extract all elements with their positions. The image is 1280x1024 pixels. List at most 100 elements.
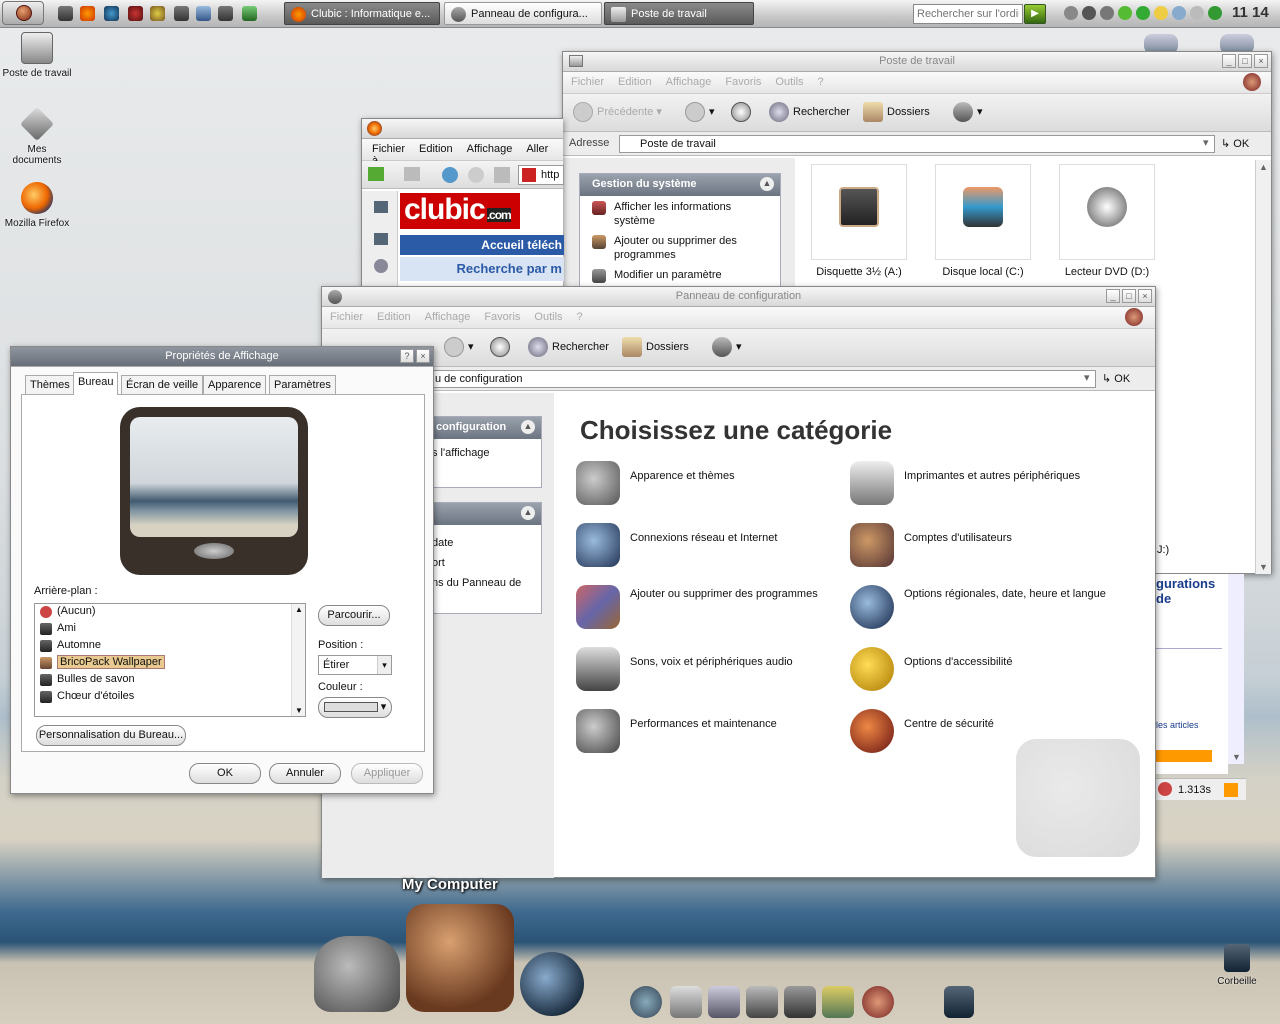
task-add-remove-programs[interactable]: Ajouter ou supprimer des programmes: [580, 230, 780, 264]
sidebar-icon-2[interactable]: [374, 233, 388, 245]
collapse-icon[interactable]: ▲: [521, 420, 535, 434]
dock-wrench-icon[interactable]: [314, 936, 400, 1012]
articles-link[interactable]: les articles: [1156, 720, 1199, 730]
maximize-button[interactable]: □: [1122, 289, 1136, 303]
category-regional-options[interactable]: Options régionales, date, heure et langu…: [850, 583, 1120, 631]
address-field[interactable]: Poste de travail: [619, 135, 1215, 153]
tray-check-icon[interactable]: [1118, 6, 1132, 20]
firefox-titlebar[interactable]: [362, 119, 563, 139]
taskbar-button-clubic[interactable]: Clubic : Informatique e...: [284, 2, 440, 25]
tray-icon-2[interactable]: [1100, 6, 1114, 20]
collapse-icon[interactable]: ▲: [760, 177, 774, 191]
menu-outils[interactable]: Outils: [775, 76, 803, 88]
control-panel-titlebar[interactable]: Panneau de configuration _ □ ×: [322, 287, 1155, 307]
menu-fichier[interactable]: Fichier: [571, 76, 604, 88]
maximize-button[interactable]: □: [1238, 54, 1252, 68]
tray-search-icon[interactable]: [1172, 6, 1186, 20]
color-picker-button[interactable]: ▾: [318, 697, 392, 718]
up-button[interactable]: [731, 102, 755, 122]
see-also-options[interactable]: ns du Panneau de: [432, 569, 541, 589]
menu-fichier[interactable]: Fichier: [372, 143, 405, 155]
forward-button[interactable]: ▾: [685, 102, 715, 122]
back-arrow-icon[interactable]: [368, 167, 384, 181]
tab-bureau[interactable]: Bureau: [73, 372, 119, 395]
close-button[interactable]: ×: [1138, 289, 1152, 303]
desktop-icon-firefox[interactable]: Mozilla Firefox: [2, 182, 72, 229]
switch-view-link[interactable]: s l'affichage: [432, 439, 541, 459]
tray-icon-7[interactable]: [1190, 6, 1204, 20]
dock-photos-icon[interactable]: [822, 986, 854, 1018]
address-field[interactable]: u de configuration: [422, 370, 1096, 388]
history-icon[interactable]: [374, 259, 388, 273]
category-sounds[interactable]: Sons, voix et périphériques audio: [576, 645, 846, 693]
dock-tools-icon[interactable]: [784, 986, 816, 1018]
url-field[interactable]: http: [518, 165, 564, 185]
dock-home-icon[interactable]: [406, 904, 514, 1012]
quicklaunch-icon-9[interactable]: [242, 6, 257, 21]
back-button[interactable]: Précédente ▾: [573, 102, 662, 122]
drive-d-tile[interactable]: [1059, 164, 1155, 260]
ok-button[interactable]: OK: [189, 763, 261, 784]
menu-affichage[interactable]: Affichage: [467, 143, 513, 155]
tray-network-icon[interactable]: [1208, 6, 1222, 20]
quicklaunch-icon-1[interactable]: [58, 6, 73, 21]
category-accessibility[interactable]: Options d'accessibilité: [850, 645, 1120, 693]
tab-appearance[interactable]: Apparence: [203, 375, 267, 394]
background-list[interactable]: (Aucun) Ami Automne BricoPack Wallpaper …: [34, 603, 306, 717]
desktop-icon-my-computer[interactable]: Poste de travail: [2, 32, 72, 79]
taskbar-button-control-panel[interactable]: Panneau de configura...: [444, 2, 602, 25]
rss-icon[interactable]: [1224, 783, 1238, 797]
forward-button[interactable]: ▾: [444, 337, 474, 357]
close-button[interactable]: ×: [1254, 54, 1268, 68]
tray-icon-1[interactable]: [1082, 6, 1096, 20]
panel-header[interactable]: configuration ▲: [432, 417, 541, 439]
nav-band-download[interactable]: Accueil téléch: [400, 235, 564, 255]
address-dropdown-icon[interactable]: ▾: [1084, 371, 1090, 384]
search-go-button[interactable]: ▶: [1024, 4, 1046, 24]
menu-favoris[interactable]: Favoris: [725, 76, 761, 88]
category-appearance[interactable]: Apparence et thèmes: [576, 459, 846, 507]
menu-help[interactable]: ?: [818, 76, 824, 88]
menu-edition[interactable]: Edition: [618, 76, 652, 88]
cancel-button[interactable]: Annuler: [269, 763, 341, 784]
quicklaunch-icon-8[interactable]: [218, 6, 233, 21]
menu-outils[interactable]: Outils: [534, 311, 562, 323]
quicklaunch-icon-6[interactable]: [174, 6, 189, 21]
dialog-titlebar[interactable]: Propriétés de Affichage ? ×: [11, 347, 433, 367]
panel-header[interactable]: ▲: [432, 503, 541, 525]
reload-icon[interactable]: [442, 167, 458, 183]
go-button[interactable]: ↳ OK: [1102, 372, 1130, 385]
drive-a-tile[interactable]: [811, 164, 907, 260]
see-also-support[interactable]: ort: [432, 549, 541, 569]
position-select[interactable]: Étirer ▾: [318, 655, 392, 675]
menu-fichier[interactable]: Fichier: [330, 311, 363, 323]
panel-header[interactable]: Gestion du système ▲: [580, 174, 780, 196]
drive-d-label[interactable]: Lecteur DVD (D:): [1045, 266, 1169, 278]
list-item[interactable]: Bulles de savon: [35, 672, 305, 689]
drive-c-label[interactable]: Disque local (C:): [921, 266, 1045, 278]
dock-windows-icon[interactable]: [862, 986, 894, 1018]
folders-button[interactable]: Dossiers: [622, 337, 689, 357]
clubic-logo[interactable]: clubic .com: [400, 193, 520, 229]
browse-button[interactable]: Parcourir...: [318, 605, 390, 626]
dock-media-icon[interactable]: [746, 986, 778, 1018]
desktop-search-input[interactable]: [913, 4, 1023, 24]
category-printers[interactable]: Imprimantes et autres périphériques: [850, 459, 1120, 507]
firefox-icon[interactable]: [80, 6, 95, 21]
menu-favoris[interactable]: Favoris: [484, 311, 520, 323]
menu-help[interactable]: ?: [577, 311, 583, 323]
views-button[interactable]: ▾: [712, 337, 742, 357]
customize-desktop-button[interactable]: Personnalisation du Bureau...: [36, 725, 186, 746]
task-change-setting[interactable]: Modifier un paramètre: [580, 264, 780, 284]
dock-globe-icon[interactable]: [520, 952, 584, 1016]
menu-affichage[interactable]: Affichage: [425, 311, 471, 323]
menu-edition[interactable]: Edition: [419, 143, 453, 155]
dock-mail-icon[interactable]: [670, 986, 702, 1018]
task-view-system-info[interactable]: Afficher les informations système: [580, 196, 780, 230]
quicklaunch-icon-4[interactable]: [128, 6, 143, 21]
go-button[interactable]: ↳ OK: [1221, 137, 1249, 150]
desktop-icon-recycle-bin[interactable]: Corbeille: [1202, 944, 1272, 987]
category-performance[interactable]: Performances et maintenance: [576, 707, 846, 755]
list-scrollbar[interactable]: ▲ ▼: [291, 604, 305, 716]
tab-settings[interactable]: Paramètres: [269, 375, 336, 394]
